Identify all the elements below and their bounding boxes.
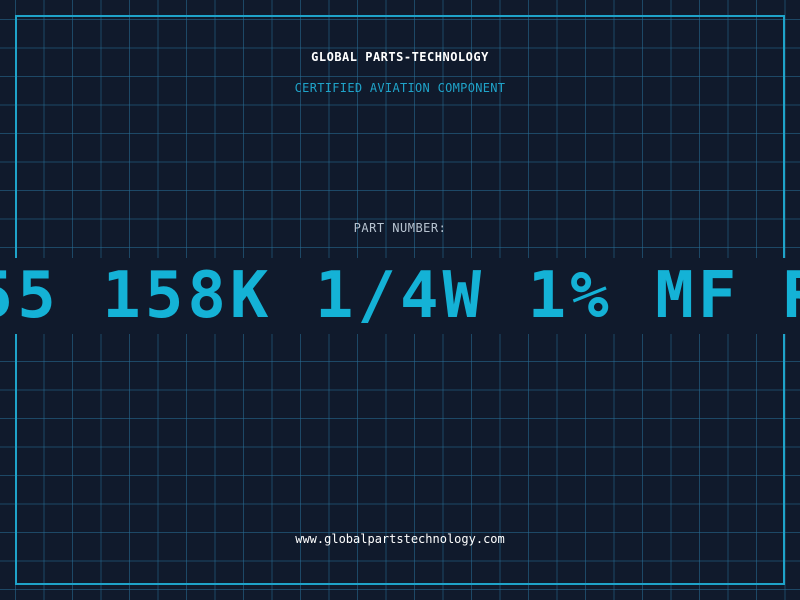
website-url: www.globalpartstechnology.com <box>295 532 505 546</box>
part-number-label: PART NUMBER: <box>353 221 447 235</box>
tagline: CERTIFIED AVIATION COMPONENT <box>294 81 506 95</box>
part-number-value: RN55 158K 1/4W 1% MF RES <box>0 259 800 333</box>
company-name: GLOBAL PARTS-TECHNOLOGY <box>311 50 489 64</box>
part-number-band: RN55 158K 1/4W 1% MF RES <box>0 258 800 334</box>
